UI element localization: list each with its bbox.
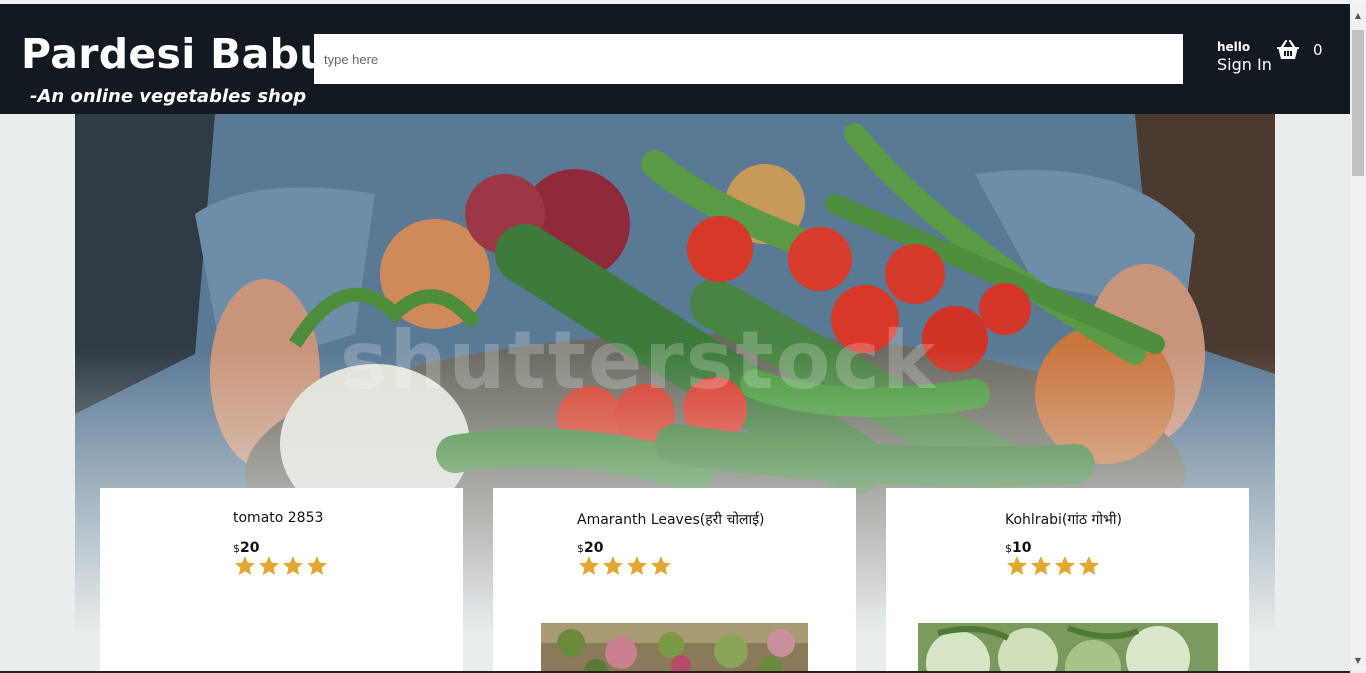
- scroll-down-arrow-icon[interactable]: ▼: [1350, 655, 1366, 667]
- product-image: [918, 623, 1218, 673]
- amaranth-photo: [541, 623, 808, 673]
- product-rating: [233, 554, 329, 578]
- product-title: tomato 2853: [233, 510, 324, 526]
- scroll-up-arrow-icon[interactable]: ▲: [1350, 10, 1366, 22]
- product-rating: [1005, 554, 1101, 578]
- product-title: Kohlrabi(गांठ गोभी): [1005, 512, 1122, 528]
- basket-button[interactable]: 0: [1276, 40, 1323, 60]
- star-icon: [307, 556, 327, 575]
- kohlrabi-photo: [918, 623, 1218, 673]
- basket-count: 0: [1313, 41, 1323, 59]
- product-card[interactable]: Kohlrabi(गांठ गोभी) $10: [886, 488, 1249, 673]
- shopping-basket-icon: [1277, 40, 1299, 59]
- nav-greeting: hello: [1217, 40, 1251, 54]
- star-icon: [259, 556, 279, 575]
- star-icon: [1031, 556, 1051, 575]
- search-input[interactable]: [314, 34, 1183, 84]
- star-icon: [283, 556, 303, 575]
- product-rating: [577, 554, 673, 578]
- star-icon: [1079, 556, 1099, 575]
- product-card[interactable]: Amaranth Leaves(हरी चोलाई) $20: [493, 488, 856, 673]
- star-icon: [1007, 556, 1027, 575]
- star-icon: [579, 556, 599, 575]
- star-icon: [627, 556, 647, 575]
- brand-logo[interactable]: Pardesi Babu: [21, 30, 329, 78]
- star-icon: [603, 556, 623, 575]
- product-image: [541, 623, 808, 673]
- product-title: Amaranth Leaves(हरी चोलाई): [577, 512, 765, 528]
- sign-in-option[interactable]: hello Sign In: [1217, 40, 1272, 76]
- search-bar: [314, 34, 1183, 84]
- star-icon: [235, 556, 255, 575]
- product-card[interactable]: tomato 2853 $20: [100, 488, 463, 673]
- star-icon: [1055, 556, 1075, 575]
- scrollbar[interactable]: ▲ ▼: [1350, 4, 1366, 671]
- scroll-thumb[interactable]: [1352, 30, 1364, 176]
- header: Pardesi Babu -An online vegetables shop …: [0, 4, 1350, 114]
- brand-tagline: -An online vegetables shop: [30, 86, 307, 107]
- nav-sign-in[interactable]: Sign In: [1217, 54, 1272, 76]
- star-icon: [651, 556, 671, 575]
